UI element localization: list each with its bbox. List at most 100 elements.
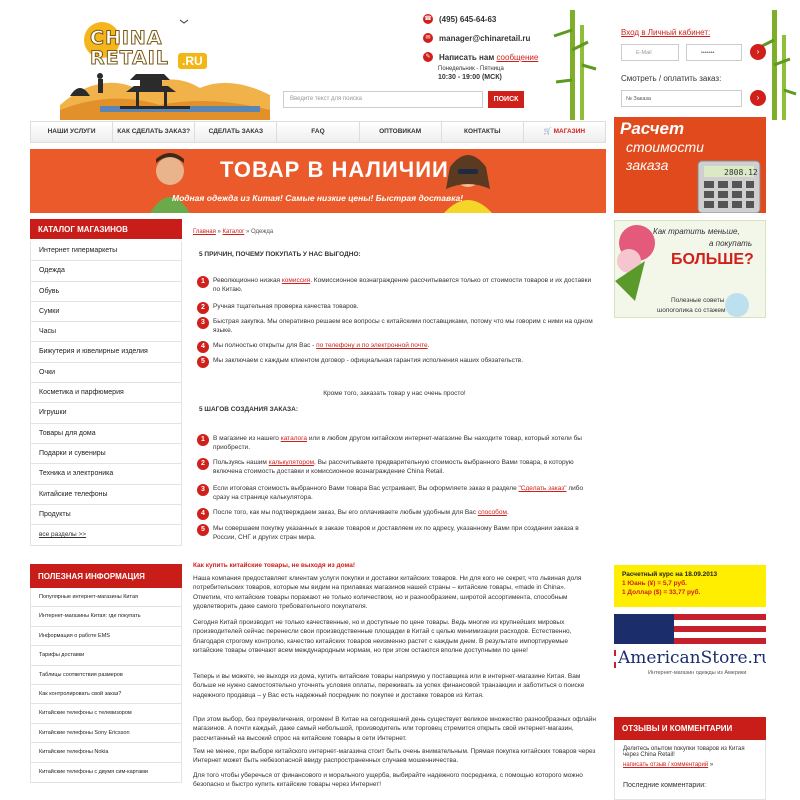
password-field[interactable]: •••••••	[686, 44, 742, 61]
info-item[interactable]: Как контролировать свой заказ?	[31, 685, 181, 705]
exchange-rate-box: Расчетный курс на 18.09.2013 1 Юань (¥) …	[614, 565, 766, 607]
calculator-icon: 2808.12	[697, 160, 761, 213]
catalog-item[interactable]: Интернет гипермаркеты	[31, 241, 181, 262]
catalog-item[interactable]: Очки	[31, 362, 181, 384]
article-paragraph: Сегодня Китай производит не только качес…	[193, 619, 572, 654]
info-item[interactable]: Интернет-магазины Китая: где покупать	[31, 607, 181, 627]
info-item[interactable]: Тарифы доставки	[31, 646, 181, 666]
catalog-item[interactable]: Игрушки	[31, 403, 181, 424]
order-label: Смотреть / оплатить заказ:	[621, 74, 722, 83]
rate-usd: 1 Доллар ($) = 33,77 руб.	[622, 589, 701, 596]
mail-icon: ✉	[423, 33, 433, 43]
rate-yuan: 1 Юань (¥) = 5,7 руб.	[622, 580, 687, 587]
calculation-banner[interactable]: Расчет стоимости заказа 2808.12	[614, 117, 766, 213]
article-paragraph: Для того чтобы уберечься от финансового …	[193, 772, 583, 789]
rate-title: Расчетный курс на 18.09.2013	[622, 571, 718, 578]
info-item[interactable]: Китайские телефоны с двумя сим-картами	[31, 763, 181, 782]
reviews-header: ОТЗЫВЫ И КОММЕНТАРИИ	[614, 717, 766, 740]
phone-number: (495) 645-64-63	[439, 14, 497, 24]
info-item[interactable]: Китайские телефоны Sony Ericsson	[31, 724, 181, 744]
nav-faq[interactable]: FAQ	[277, 122, 360, 142]
steps-title: 5 ШАГОВ СОЗДАНИЯ ЗАКАЗА:	[199, 406, 298, 413]
calculator-link[interactable]: калькулятором	[269, 459, 314, 466]
all-sections-link[interactable]: все разделы >>	[31, 525, 181, 546]
catalog-item[interactable]: Товары для дома	[31, 423, 181, 444]
reasons-title: 5 ПРИЧИН, ПОЧЕМУ ПОКУПАТЬ У НАС ВЫГОДНО:	[199, 251, 361, 258]
nav-wholesale[interactable]: ОПТОВИКАМ	[360, 122, 442, 142]
info-item[interactable]: Информация о работе EMS	[31, 627, 181, 647]
breadcrumb-catalog[interactable]: Каталог	[223, 229, 245, 235]
calc-line2: стоимости	[626, 139, 704, 155]
catalog-item[interactable]: Бижутерия и ювелирные изделия	[31, 342, 181, 363]
cart-icon: 🛒	[543, 128, 554, 135]
catalog-item[interactable]: Продукты	[31, 504, 181, 526]
catalog-item[interactable]: Китайские телефоны	[31, 484, 181, 505]
spend-foot1: Полезные советы	[671, 297, 725, 304]
catalog-list: Интернет гипермаркеты Одежда Обувь Сумки…	[30, 241, 182, 547]
nav-shop[interactable]: 🛒 МАГАЗИН	[524, 122, 605, 142]
info-item[interactable]: Китайские телефоны Nokia	[31, 743, 181, 763]
contact-link[interactable]: по телефону и по электронной почте	[316, 342, 427, 349]
email-field[interactable]: E-Mail	[621, 44, 679, 61]
order-submit-button[interactable]: ›	[750, 90, 766, 106]
review-text: Делитесь опытом покупки товаров из Китая…	[623, 746, 745, 758]
nav-how-to-order[interactable]: КАК СДЕЛАТЬ ЗАКАЗ?	[113, 122, 196, 142]
recent-comments-label: Последние комментарии:	[623, 782, 707, 789]
shopping-tips-banner[interactable]: Как тратить меньше, а покупать БОЛЬШЕ? П…	[614, 220, 766, 318]
svg-text:2808.12: 2808.12	[724, 168, 758, 177]
info-item[interactable]: Китайские телефоны с телевизором	[31, 704, 181, 724]
info-item[interactable]: Популярные интернет-магазины Китая	[31, 588, 181, 608]
american-store-banner[interactable]: AmericanStore.ru Интернет-магазин одежды…	[614, 614, 766, 706]
nav-services[interactable]: НАШИ УСЛУГИ	[31, 122, 114, 142]
american-store-brand: AmericanStore.ru	[616, 648, 766, 668]
catalog-item[interactable]: Подарки и сувениры	[31, 443, 181, 465]
breadcrumb-current: Одежда	[251, 229, 274, 235]
article-paragraph: Тем не менее, при выборе китайского инте…	[193, 748, 596, 765]
order-number-field[interactable]: № Заказа	[621, 90, 742, 107]
nav-make-order[interactable]: СДЕЛАТЬ ЗАКАЗ	[195, 122, 278, 142]
write-review-link[interactable]: написать отзыв / комментарий	[623, 762, 708, 768]
step-item: 4 После того, как мы подтверждаем заказ, …	[197, 508, 597, 520]
catalog-item[interactable]: Косметика и парфюмерия	[31, 383, 181, 404]
reason-item: 3 Быстрая закупка. Мы оперативно решаем в…	[197, 317, 597, 335]
info-item[interactable]: Таблицы соответствия размеров	[31, 666, 181, 685]
reason-item: 2 Ручная тщательная проверка качества тов…	[197, 302, 597, 314]
promo-banner[interactable]: ТОВАР В НАЛИЧИИ Модная одежда из Китая! …	[30, 149, 606, 213]
login-title[interactable]: Вход в Личный кабинет:	[621, 28, 710, 37]
make-order-link[interactable]: "Сделать заказ"	[519, 485, 567, 492]
banner-title: ТОВАР В НАЛИЧИИ	[220, 157, 449, 182]
catalog-item[interactable]: Часы	[31, 322, 181, 343]
catalog-item[interactable]: Техника и электроника	[31, 464, 181, 485]
payment-methods-link[interactable]: способом	[478, 509, 507, 516]
spend-foot2: шопоголика со стажем	[657, 307, 726, 314]
phone-icon: ☎	[423, 14, 433, 24]
spend-line1: Как тратить меньше,	[653, 227, 740, 236]
search-button[interactable]: ПОИСК	[488, 91, 524, 108]
article-paragraph: Теперь и вы можете, не выходя из дома, к…	[193, 673, 585, 699]
hours-time: 10:30 - 19:00 (МСК)	[438, 74, 502, 81]
email-contact: ✉ manager@chinaretail.ru	[423, 33, 530, 43]
login-button[interactable]: ›	[750, 44, 766, 60]
write-contact: ✎ Написать нам сообщение	[423, 52, 538, 62]
article-paragraph: При этом выбор, без преувеличения, огром…	[193, 716, 596, 742]
breadcrumb-home[interactable]: Главная	[193, 229, 216, 235]
american-store-sub: Интернет-магазин одежды из Америки	[648, 670, 747, 676]
catalog-item[interactable]: Одежда	[31, 261, 181, 282]
bamboo-decoration-right	[761, 10, 797, 120]
step-item: 5 Мы совершаем покупку указанных в заказе…	[197, 524, 597, 542]
write-message-link[interactable]: сообщение	[496, 53, 538, 62]
catalog-header: КАТАЛОГ МАГАЗИНОВ	[30, 219, 182, 239]
catalog-link[interactable]: каталога	[281, 435, 307, 442]
step-item: 2 Пользуясь нашим калькулятором, Вы рассч…	[197, 458, 597, 476]
search-input[interactable]: Введите текст для поиска	[283, 91, 483, 108]
nav-contacts[interactable]: КОНТАКТЫ	[442, 122, 524, 142]
reason-item: 1 Революционно низкая комиссия. Комиссион…	[197, 276, 597, 294]
step-item: 3 Если итоговая стоимость выбранного Вами…	[197, 484, 597, 502]
email-address[interactable]: manager@chinaretail.ru	[439, 34, 530, 43]
catalog-item[interactable]: Сумки	[31, 301, 181, 323]
step-item: 1В магазине из нашего каталога или в люб…	[197, 434, 597, 452]
commission-link[interactable]: комиссия	[282, 277, 310, 284]
main-nav: НАШИ УСЛУГИ КАК СДЕЛАТЬ ЗАКАЗ? СДЕЛАТЬ З…	[30, 121, 606, 143]
logo[interactable]: CHINA RETAIL .RU	[60, 10, 270, 120]
catalog-item[interactable]: Обувь	[31, 281, 181, 302]
